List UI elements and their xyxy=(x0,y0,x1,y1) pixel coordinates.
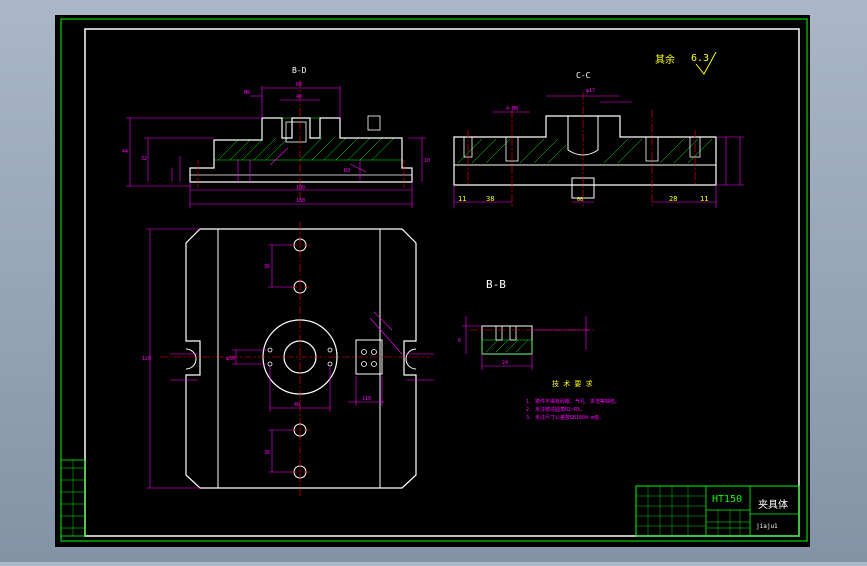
plan-dim-36b: 36 xyxy=(264,450,270,456)
bd-dim-32: 32 xyxy=(141,156,147,162)
section-cc-label: C-C xyxy=(576,71,591,80)
cad-viewport[interactable]: 其余 6.3 B-D 60 40 44 32 100 180 10 M8 R3 … xyxy=(0,0,867,562)
cc-dim-38: 38 xyxy=(486,195,494,203)
drawing-sheet xyxy=(55,15,810,547)
plan-dim-36a: 36 xyxy=(264,264,270,270)
plan-dim-110: 110 xyxy=(362,396,371,402)
bd-dim-60: 60 xyxy=(296,82,302,88)
title-drawing-code: jiaju1 xyxy=(756,523,778,530)
bd-dim-44: 44 xyxy=(122,149,128,155)
drawing-canvas: 其余 6.3 B-D 60 40 44 32 100 180 10 M8 R3 … xyxy=(55,15,810,547)
cc-dim-60: 60 xyxy=(577,197,583,203)
tech-req-item-1: 1. 铸件不得有砂眼、气孔、夹渣等缺陷。 xyxy=(526,398,620,405)
bb-dim-6: 6 xyxy=(458,338,461,344)
plan-dim-phi: φ50 xyxy=(226,356,235,362)
bd-dim-10: 10 xyxy=(424,158,430,164)
title-material: HT150 xyxy=(712,494,742,505)
title-part-name: 夹具体 xyxy=(758,498,788,511)
plan-dim-120: 120 xyxy=(142,356,151,362)
bd-dim-180: 180 xyxy=(296,198,305,204)
tech-req-item-2: 2. 未注铸造圆角R2~R5。 xyxy=(526,406,585,413)
section-bd-label: B-D xyxy=(292,66,307,75)
section-bb-label: B-B xyxy=(486,278,506,291)
cc-dim-4m8: 4-M8 xyxy=(506,106,518,112)
bd-dim-100: 100 xyxy=(296,185,305,191)
bb-dim-24: 24 xyxy=(502,360,508,366)
roughness-value: 6.3 xyxy=(691,53,709,64)
cc-dim-11a: 11 xyxy=(458,195,466,203)
cc-dim-phi: φ17 xyxy=(586,88,595,94)
cc-dim-11b: 11 xyxy=(700,195,708,203)
bd-dim-m8: M8 xyxy=(244,90,250,96)
bd-dim-40: 40 xyxy=(296,94,302,100)
bd-dim-r3: R3 xyxy=(344,168,350,174)
tech-req-item-3: 3. 未注尺寸公差按GB1804-m级。 xyxy=(526,414,604,421)
cc-dim-28: 28 xyxy=(669,195,677,203)
plan-dim-40: 40 xyxy=(294,402,300,408)
roughness-label: 其余 xyxy=(655,53,675,66)
tech-req-title: 技 术 要 求 xyxy=(552,379,593,388)
